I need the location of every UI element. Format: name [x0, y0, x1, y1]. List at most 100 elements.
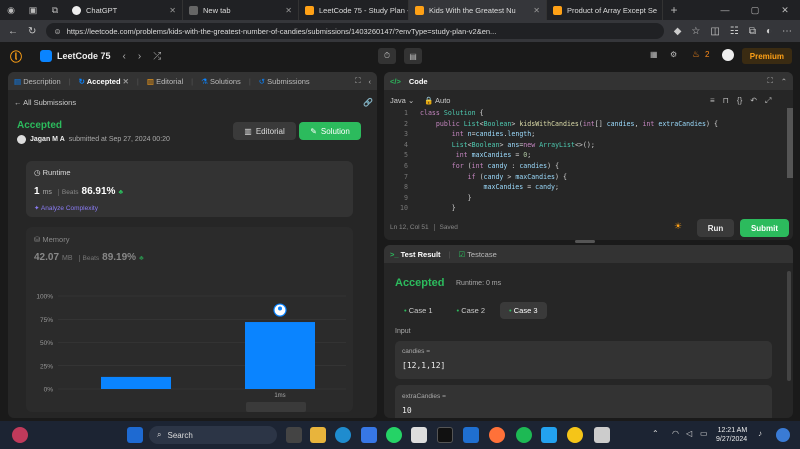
- study-plan-title[interactable]: LeetCode 75: [57, 51, 111, 61]
- link-icon[interactable]: 🔗: [363, 98, 373, 107]
- chrome-icon[interactable]: [567, 427, 583, 443]
- notes-icon[interactable]: ▤: [404, 48, 422, 64]
- collapse-icon[interactable]: ⌃: [781, 77, 787, 86]
- solution-button[interactable]: ✎ Solution: [299, 122, 361, 140]
- tab-submissions[interactable]: ↺ Submissions: [259, 77, 310, 86]
- close-icon[interactable]: ✕: [281, 6, 292, 15]
- bar[interactable]: [245, 322, 315, 389]
- run-button[interactable]: Run: [697, 219, 734, 237]
- store-icon[interactable]: [411, 427, 427, 443]
- browser-tab-product[interactable]: Product of Array Except Se ✕: [547, 0, 663, 20]
- chevron-up-icon[interactable]: ⌃: [652, 429, 659, 438]
- vscode-icon[interactable]: [541, 427, 557, 443]
- submit-button[interactable]: Submit: [740, 219, 789, 237]
- close-window-button[interactable]: ✕: [770, 0, 800, 20]
- notification-app-icon[interactable]: [12, 427, 28, 443]
- edge-icon[interactable]: [335, 427, 351, 443]
- avatar[interactable]: [722, 49, 734, 61]
- braces-icon[interactable]: {}: [737, 96, 742, 106]
- browser-tab-kids[interactable]: Kids With the Greatest Nu ✕: [409, 0, 547, 20]
- layout-icon[interactable]: ▦: [650, 50, 658, 59]
- browser-tab-studyplan[interactable]: LeetCode 75 - Study Plan - ✕: [299, 0, 409, 20]
- file-explorer-icon[interactable]: [310, 427, 326, 443]
- result-scrollbar[interactable]: [787, 271, 791, 381]
- input-candies[interactable]: candies = [12,1,12]: [395, 341, 772, 379]
- format-icon[interactable]: ≡: [710, 96, 715, 106]
- firefox-icon[interactable]: [489, 427, 505, 443]
- battery-icon[interactable]: ▭: [700, 429, 708, 438]
- shuffle-icon[interactable]: ⤮: [153, 51, 161, 62]
- wifi-icon[interactable]: ◠: [672, 429, 679, 438]
- bookmark-icon[interactable]: ⊓: [723, 96, 729, 106]
- undo-icon[interactable]: ↶: [750, 96, 757, 106]
- close-icon[interactable]: ✕: [529, 6, 540, 15]
- tab-test-result[interactable]: >_ Test Result: [390, 250, 441, 259]
- bar[interactable]: [101, 376, 171, 389]
- browser-tab-newtab[interactable]: New tab ✕: [183, 0, 299, 20]
- language-select[interactable]: Java ⌄: [390, 96, 414, 105]
- editor-scrollbar[interactable]: [787, 108, 793, 178]
- user-name[interactable]: Jagan M A: [30, 136, 65, 143]
- all-submissions-link[interactable]: ← All Submissions: [14, 98, 76, 107]
- copilot-taskbar-icon[interactable]: [776, 428, 790, 442]
- workspaces-icon[interactable]: ▣: [22, 0, 44, 20]
- volume-icon[interactable]: ◁: [686, 429, 692, 438]
- star-icon[interactable]: ☆: [691, 26, 700, 37]
- bell-icon[interactable]: ♪: [758, 429, 762, 438]
- editorial-button[interactable]: ▥ Editorial: [233, 122, 296, 140]
- panel-resize-handle[interactable]: [575, 240, 595, 243]
- premium-button[interactable]: Premium: [741, 48, 792, 64]
- chevron-right-icon[interactable]: ›: [138, 51, 141, 62]
- settings-gear-icon[interactable]: ⚙: [670, 50, 677, 59]
- input-extracandies[interactable]: extraCandies = 10: [395, 385, 772, 418]
- photos-icon[interactable]: [463, 427, 479, 443]
- site-info-icon[interactable]: ⊜: [54, 27, 60, 36]
- tab-solutions[interactable]: ⚗ Solutions: [201, 77, 241, 86]
- url-field[interactable]: ⊜ https://leetcode.com/problems/kids-wit…: [46, 23, 664, 39]
- reload-icon[interactable]: ↻: [28, 26, 36, 37]
- tab-accepted[interactable]: ↻ Accepted ✕: [79, 77, 129, 86]
- case-tab-1[interactable]: • Case 1: [395, 302, 442, 319]
- case-tab-3[interactable]: • Case 3: [500, 302, 547, 319]
- auto-mode[interactable]: 🔒 Auto: [424, 96, 450, 105]
- favorites-icon[interactable]: ☷: [730, 26, 739, 37]
- spotify-icon[interactable]: [516, 427, 532, 443]
- case-tab-2[interactable]: • Case 2: [448, 302, 495, 319]
- browser-tab-chatgpt[interactable]: ChatGPT ✕: [66, 0, 183, 20]
- collapse-icon[interactable]: ‹: [369, 77, 372, 86]
- more-menu-icon[interactable]: ⋯: [782, 26, 792, 37]
- maximize-button[interactable]: ▢: [740, 0, 770, 20]
- tab-actions-icon[interactable]: ⧉: [44, 0, 66, 20]
- profile-icon[interactable]: ◉: [0, 0, 22, 20]
- new-tab-button[interactable]: +: [663, 0, 685, 20]
- maximize-icon[interactable]: ⛶: [767, 76, 772, 86]
- tab-description[interactable]: ▤ Description: [14, 77, 61, 86]
- tab-editorial[interactable]: ▥ Editorial: [147, 77, 183, 86]
- extension-icon[interactable]: ◆: [674, 26, 682, 37]
- expand-icon[interactable]: ⤢: [765, 96, 771, 106]
- runtime-distribution-chart[interactable]: 100% 75% 50% 25% 0% 1ms: [26, 282, 356, 414]
- close-icon[interactable]: ✕: [165, 6, 176, 15]
- copilot-icon[interactable]: ◐: [766, 26, 772, 37]
- collections-icon[interactable]: ⧉: [749, 26, 756, 37]
- split-screen-icon[interactable]: ◫: [710, 26, 719, 37]
- windows-start-icon[interactable]: [127, 427, 143, 443]
- debug-icon[interactable]: ☀: [674, 221, 682, 232]
- maximize-icon[interactable]: ⛶: [355, 76, 360, 86]
- leetcode-logo[interactable]: ⓛ: [10, 48, 30, 65]
- chevron-left-icon[interactable]: ‹: [123, 51, 126, 62]
- amazon-icon[interactable]: [437, 427, 453, 443]
- code-editor[interactable]: 1 class Solution {2 public List<Boolean> …: [384, 108, 789, 216]
- whatsapp-icon[interactable]: [386, 427, 402, 443]
- notepad-icon[interactable]: [594, 427, 610, 443]
- dropbox-icon[interactable]: [361, 427, 377, 443]
- clock[interactable]: 12:21 AM 9/27/2024: [716, 426, 747, 444]
- close-icon[interactable]: ✕: [123, 77, 129, 86]
- runtime-card[interactable]: ◷ Runtime 1 ms Beats 86.91% ♣ ✦ Analyze …: [26, 161, 353, 217]
- timer-icon[interactable]: ⏱: [378, 48, 396, 64]
- tab-testcase[interactable]: ☑ Testcase: [458, 250, 496, 259]
- minimize-button[interactable]: —: [710, 0, 740, 20]
- task-view-icon[interactable]: [286, 427, 302, 443]
- back-arrow-icon[interactable]: ←: [8, 26, 18, 37]
- analyze-complexity-link[interactable]: ✦ Analyze Complexity: [34, 204, 98, 212]
